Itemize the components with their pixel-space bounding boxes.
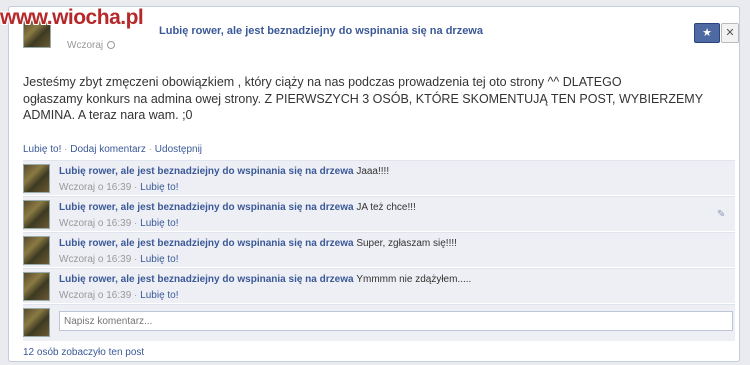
commenter-avatar[interactable] bbox=[23, 236, 50, 265]
comment-text: Ymmmm nie zdążyłem..... bbox=[356, 274, 472, 285]
separator: · bbox=[64, 144, 68, 155]
comment-time[interactable]: Wczoraj o 16:39 bbox=[59, 290, 131, 301]
comment-author-link[interactable]: Lubię rower, ale jest beznadziejny do ws… bbox=[59, 274, 354, 285]
comment-author-link[interactable]: Lubię rower, ale jest beznadziejny do ws… bbox=[59, 202, 354, 213]
post-text-line: ogłaszamy konkurs na admina owej strony.… bbox=[23, 91, 704, 106]
comment-text: Super, zgłaszam się!!!! bbox=[356, 238, 457, 249]
star-button[interactable]: ★ bbox=[694, 23, 720, 43]
comment-like-link[interactable]: Lubię to! bbox=[140, 254, 178, 265]
comment-like-link[interactable]: Lubię to! bbox=[140, 182, 178, 193]
globe-icon bbox=[107, 41, 116, 49]
wiocha-watermark: www.wiocha.pl bbox=[0, 6, 144, 29]
comment-time[interactable]: Wczoraj o 16:39 bbox=[59, 254, 131, 265]
comment-input[interactable] bbox=[59, 311, 733, 331]
comment: Lubię rower, ale jest beznadziejny do ws… bbox=[23, 268, 735, 303]
post-card: Lubię rower, ale jest beznadziejny do ws… bbox=[8, 6, 740, 362]
comments-list: Lubię rower, ale jest beznadziejny do ws… bbox=[23, 160, 735, 341]
comment-like-link[interactable]: Lubię to! bbox=[140, 218, 178, 229]
separator: · bbox=[148, 144, 152, 155]
commenter-avatar[interactable] bbox=[23, 164, 50, 193]
commenter-avatar[interactable] bbox=[23, 272, 50, 301]
post-timestamp[interactable]: Wczoraj bbox=[67, 40, 116, 51]
comment: Lubię rower, ale jest beznadziejny do ws… bbox=[23, 232, 735, 267]
comment: Lubię rower, ale jest beznadziejny do ws… bbox=[23, 160, 735, 195]
close-button[interactable]: ✕ bbox=[721, 23, 739, 43]
pencil-icon[interactable]: ✎ bbox=[717, 209, 727, 220]
comment: Lubię rower, ale jest beznadziejny do ws… bbox=[23, 196, 735, 231]
post-text-line: Jesteśmy zbyt zmęczeni obowiązkiem , któ… bbox=[23, 75, 622, 89]
comment-author-link[interactable]: Lubię rower, ale jest beznadziejny do ws… bbox=[59, 238, 354, 249]
seen-by-count[interactable]: 12 osób zobaczyło ten post bbox=[23, 347, 144, 358]
share-link[interactable]: Udostępnij bbox=[155, 144, 202, 155]
current-user-avatar bbox=[23, 308, 50, 337]
post-text-line: ADMINA. A teraz nara wam. ;0 bbox=[23, 108, 193, 122]
comment-input-row bbox=[23, 304, 735, 341]
comment-text: JA też chce!!! bbox=[356, 202, 416, 213]
post-body: Jesteśmy zbyt zmęczeni obowiązkiem , któ… bbox=[23, 74, 723, 124]
close-icon: ✕ bbox=[725, 27, 735, 39]
comment-time[interactable]: Wczoraj o 16:39 bbox=[59, 182, 131, 193]
page-name-link[interactable]: Lubię rower, ale jest beznadziejny do ws… bbox=[159, 25, 483, 37]
commenter-avatar[interactable] bbox=[23, 200, 50, 229]
post-actions: Lubię to! · Dodaj komentarz · Udostępnij bbox=[23, 144, 202, 155]
comment-text: Jaaa!!!! bbox=[356, 166, 390, 177]
comment-like-link[interactable]: Lubię to! bbox=[140, 290, 178, 301]
comment-time[interactable]: Wczoraj o 16:39 bbox=[59, 218, 131, 229]
comment-author-link[interactable]: Lubię rower, ale jest beznadziejny do ws… bbox=[59, 166, 354, 177]
star-icon: ★ bbox=[702, 27, 712, 39]
add-comment-link[interactable]: Dodaj komentarz bbox=[70, 144, 146, 155]
like-link[interactable]: Lubię to! bbox=[23, 144, 61, 155]
